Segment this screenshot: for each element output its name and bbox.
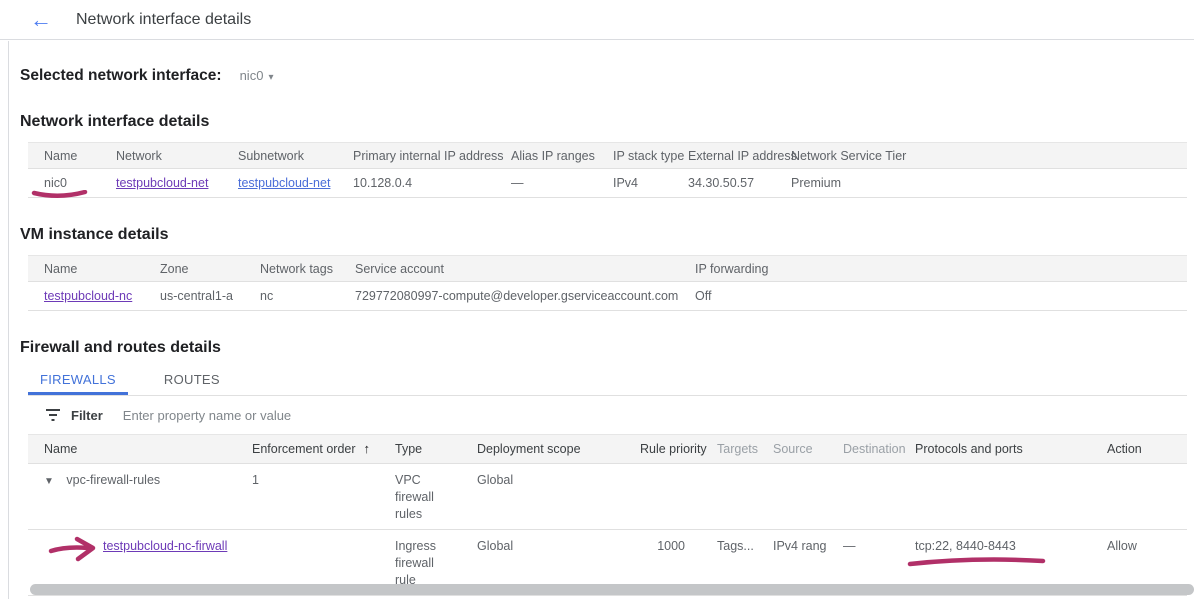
protocols-ports-value: tcp:22, 8440-8443 bbox=[915, 539, 1016, 553]
col-network-tags: Network tags bbox=[244, 256, 339, 281]
zone-value: us-central1-a bbox=[144, 282, 244, 310]
vm-table-header: Name Zone Network tags Service account I… bbox=[28, 255, 1187, 282]
selected-interface-row: Selected network interface: nic0 ▾ bbox=[20, 41, 1187, 85]
nic0-highlight-underline bbox=[31, 190, 89, 200]
ip-stack-value: IPv4 bbox=[597, 169, 672, 197]
service-account-value: 729772080997-compute@developer.gservicea… bbox=[339, 282, 679, 310]
type-value: VPC firewall rules bbox=[379, 464, 461, 529]
col-external-ip: External IP address bbox=[672, 143, 775, 168]
page-title: Network interface details bbox=[76, 11, 251, 29]
filter-bar: Filter bbox=[45, 396, 1187, 434]
firewalls-table: Name Enforcement order↑ Type Deployment … bbox=[28, 434, 1187, 596]
filter-icon bbox=[45, 408, 61, 422]
fw-section-title: Firewall and routes details bbox=[20, 339, 1187, 357]
network-interface-details-page: ← Network interface details Selected net… bbox=[0, 0, 1194, 599]
tab-routes[interactable]: ROUTES bbox=[152, 366, 232, 395]
col-alias-ip: Alias IP ranges bbox=[495, 143, 597, 168]
chevron-down-icon[interactable]: ▾ bbox=[268, 72, 273, 83]
nic-table: Name Network Subnetwork Primary internal… bbox=[28, 142, 1187, 198]
content-pane: Selected network interface: nic0 ▾ Netwo… bbox=[8, 41, 1194, 599]
network-tags-value: nc bbox=[244, 282, 339, 310]
col-targets: Targets bbox=[701, 435, 757, 463]
deployment-scope-value: Global bbox=[461, 464, 624, 495]
sort-ascending-icon[interactable]: ↑ bbox=[364, 441, 371, 456]
table-row: nic0 testpubcloud-net testpubcloud-net 1… bbox=[28, 169, 1187, 198]
col-type: Type bbox=[379, 435, 461, 463]
collapse-triangle-icon[interactable]: ▼ bbox=[44, 476, 54, 487]
col-ip-stack: IP stack type bbox=[597, 143, 672, 168]
col-rule-priority: Rule priority bbox=[624, 435, 701, 463]
top-bar: ← Network interface details bbox=[0, 0, 1194, 40]
protocols-ports-cell: tcp:22, 8440-8443 bbox=[899, 530, 1091, 561]
action-value: Allow bbox=[1091, 530, 1187, 561]
subnetwork-link[interactable]: testpubcloud-net bbox=[238, 176, 330, 190]
table-row: testpubcloud-nc us-central1-a nc 7297720… bbox=[28, 282, 1187, 311]
col-destination: Destination bbox=[827, 435, 899, 463]
targets-value[interactable]: Tags... bbox=[701, 530, 757, 561]
protocols-highlight-underline bbox=[907, 556, 1047, 567]
col-service-tier: Network Service Tier bbox=[775, 143, 1187, 168]
vm-section-title: VM instance details bbox=[20, 226, 1187, 244]
enforcement-order-value: 1 bbox=[236, 464, 379, 495]
nic-name: nic0 bbox=[44, 176, 67, 190]
fw-group-name: vpc-firewall-rules bbox=[66, 473, 160, 487]
vm-name-link[interactable]: testpubcloud-nc bbox=[44, 289, 132, 303]
col-subnetwork: Subnetwork bbox=[222, 143, 337, 168]
filter-input[interactable] bbox=[121, 407, 465, 424]
network-link[interactable]: testpubcloud-net bbox=[116, 176, 208, 190]
service-tier-value: Premium bbox=[775, 169, 1187, 197]
source-value: IPv4 rang bbox=[757, 530, 827, 561]
alias-ip-value: — bbox=[495, 169, 597, 197]
selected-interface-label: Selected network interface: bbox=[20, 67, 222, 85]
fw-rule-link[interactable]: testpubcloud-nc-firwall bbox=[103, 539, 227, 553]
col-primary-ip: Primary internal IP address bbox=[337, 143, 495, 168]
col-name: Name bbox=[28, 256, 144, 281]
fw-table-header: Name Enforcement order↑ Type Deployment … bbox=[28, 434, 1187, 464]
destination-value: — bbox=[827, 530, 899, 561]
ip-forwarding-value: Off bbox=[679, 282, 1187, 310]
col-zone: Zone bbox=[144, 256, 244, 281]
vm-table: Name Zone Network tags Service account I… bbox=[28, 255, 1187, 311]
fw-group-name-cell: ▼ vpc-firewall-rules bbox=[28, 464, 236, 496]
col-protocols-ports: Protocols and ports bbox=[899, 435, 1091, 463]
col-source: Source bbox=[757, 435, 827, 463]
external-ip-value: 34.30.50.57 bbox=[672, 169, 775, 197]
fw-tab-bar: FIREWALLS ROUTES bbox=[28, 366, 1187, 396]
nic-name-cell: nic0 bbox=[28, 169, 100, 197]
col-deployment-scope: Deployment scope bbox=[461, 435, 624, 463]
horizontal-scrollbar bbox=[0, 584, 1194, 595]
primary-ip-value: 10.128.0.4 bbox=[337, 169, 495, 197]
col-ip-forwarding: IP forwarding bbox=[679, 256, 1187, 281]
fw-rule-name-cell: testpubcloud-nc-firwall bbox=[28, 530, 236, 561]
col-service-account: Service account bbox=[339, 256, 679, 281]
col-name: Name bbox=[28, 435, 236, 463]
scrollbar-thumb[interactable] bbox=[30, 584, 1194, 595]
nic-table-header: Name Network Subnetwork Primary internal… bbox=[28, 142, 1187, 169]
arrow-annotation bbox=[48, 536, 102, 564]
filter-label[interactable]: Filter bbox=[71, 408, 103, 423]
tab-firewalls[interactable]: FIREWALLS bbox=[28, 366, 128, 395]
rule-priority-value: 1000 bbox=[624, 530, 701, 561]
col-network: Network bbox=[100, 143, 222, 168]
col-enforcement-order[interactable]: Enforcement order↑ bbox=[236, 435, 379, 463]
nic-section-title: Network interface details bbox=[20, 113, 1187, 131]
col-name: Name bbox=[28, 143, 100, 168]
deployment-scope-value: Global bbox=[461, 530, 624, 561]
back-arrow-icon[interactable]: ← bbox=[30, 10, 52, 30]
selected-interface-dropdown[interactable]: nic0 bbox=[240, 68, 264, 83]
table-row: ▼ vpc-firewall-rules 1 VPC firewall rule… bbox=[28, 464, 1187, 530]
col-action: Action bbox=[1091, 435, 1187, 463]
